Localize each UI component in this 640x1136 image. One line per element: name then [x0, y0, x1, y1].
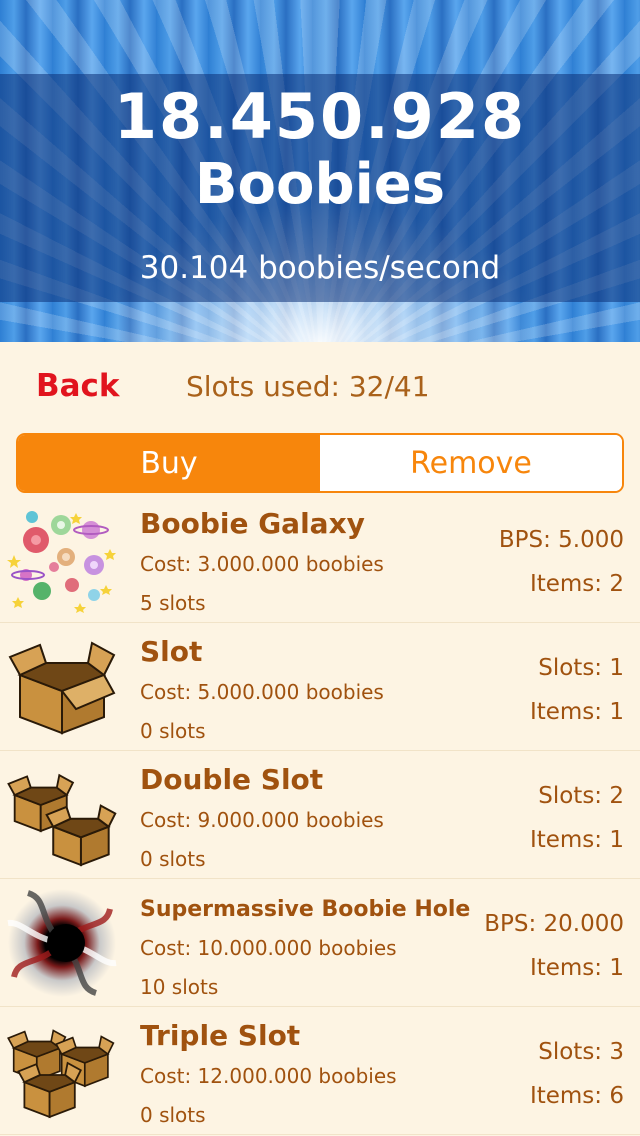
item-list: Boobie Galaxy Cost: 3.000.000 boobies 5 … — [0, 495, 640, 1135]
back-button[interactable]: Back — [36, 368, 120, 404]
item-count: Items: 1 — [529, 827, 624, 853]
black-hole-icon — [6, 889, 118, 997]
item-bps: BPS: 5.000 — [498, 527, 624, 553]
item-name: Supermassive Boobie Hole — [140, 897, 471, 922]
boobies-per-second: 30.104 boobies/second — [139, 250, 501, 286]
double-box-icon — [6, 761, 118, 869]
buy-tab[interactable]: Buy — [18, 435, 320, 491]
score-header: 18.450.928 Boobies 30.104 boobies/second — [0, 0, 640, 342]
buy-remove-segmented-control: Buy Remove — [16, 433, 624, 493]
item-cost: Cost: 12.000.000 boobies — [140, 1064, 397, 1088]
item-slot-count: Slots: 3 — [538, 1039, 624, 1065]
boobie-unit-label: Boobies — [194, 152, 446, 217]
boobie-count: 18.450.928 — [113, 80, 527, 153]
item-name: Double Slot — [140, 763, 324, 796]
item-count: Items: 6 — [529, 1083, 624, 1109]
list-item[interactable]: Triple Slot Cost: 12.000.000 boobies 0 s… — [0, 1007, 640, 1135]
item-cost: Cost: 10.000.000 boobies — [140, 936, 397, 960]
item-cost: Cost: 5.000.000 boobies — [140, 680, 384, 704]
slots-used-label: Slots used: 32/41 — [186, 370, 430, 403]
galaxy-icon — [6, 505, 118, 613]
item-count: Items: 2 — [529, 571, 624, 597]
item-cost: Cost: 3.000.000 boobies — [140, 552, 384, 576]
item-slot-count: Slots: 2 — [538, 783, 624, 809]
item-slots: 5 slots — [140, 591, 206, 615]
item-name: Boobie Galaxy — [140, 507, 365, 540]
list-item[interactable]: Supermassive Boobie Hole Cost: 10.000.00… — [0, 879, 640, 1007]
item-slots: 0 slots — [140, 847, 206, 871]
item-count: Items: 1 — [529, 699, 624, 725]
item-slot-count: Slots: 1 — [538, 655, 624, 681]
item-bps: BPS: 20.000 — [484, 911, 624, 937]
item-count: Items: 1 — [529, 955, 624, 981]
list-item[interactable]: Double Slot Cost: 9.000.000 boobies 0 sl… — [0, 751, 640, 879]
box-icon — [6, 633, 118, 741]
remove-tab[interactable]: Remove — [320, 435, 622, 491]
list-item[interactable]: Boobie Galaxy Cost: 3.000.000 boobies 5 … — [0, 495, 640, 623]
triple-box-icon — [6, 1017, 118, 1125]
item-slots: 0 slots — [140, 719, 206, 743]
item-slots: 10 slots — [140, 975, 219, 999]
item-name: Slot — [140, 635, 203, 668]
item-slots: 0 slots — [140, 1103, 206, 1127]
list-item[interactable]: Slot Cost: 5.000.000 boobies 0 slots Slo… — [0, 623, 640, 751]
item-cost: Cost: 9.000.000 boobies — [140, 808, 384, 832]
item-name: Triple Slot — [140, 1019, 301, 1052]
